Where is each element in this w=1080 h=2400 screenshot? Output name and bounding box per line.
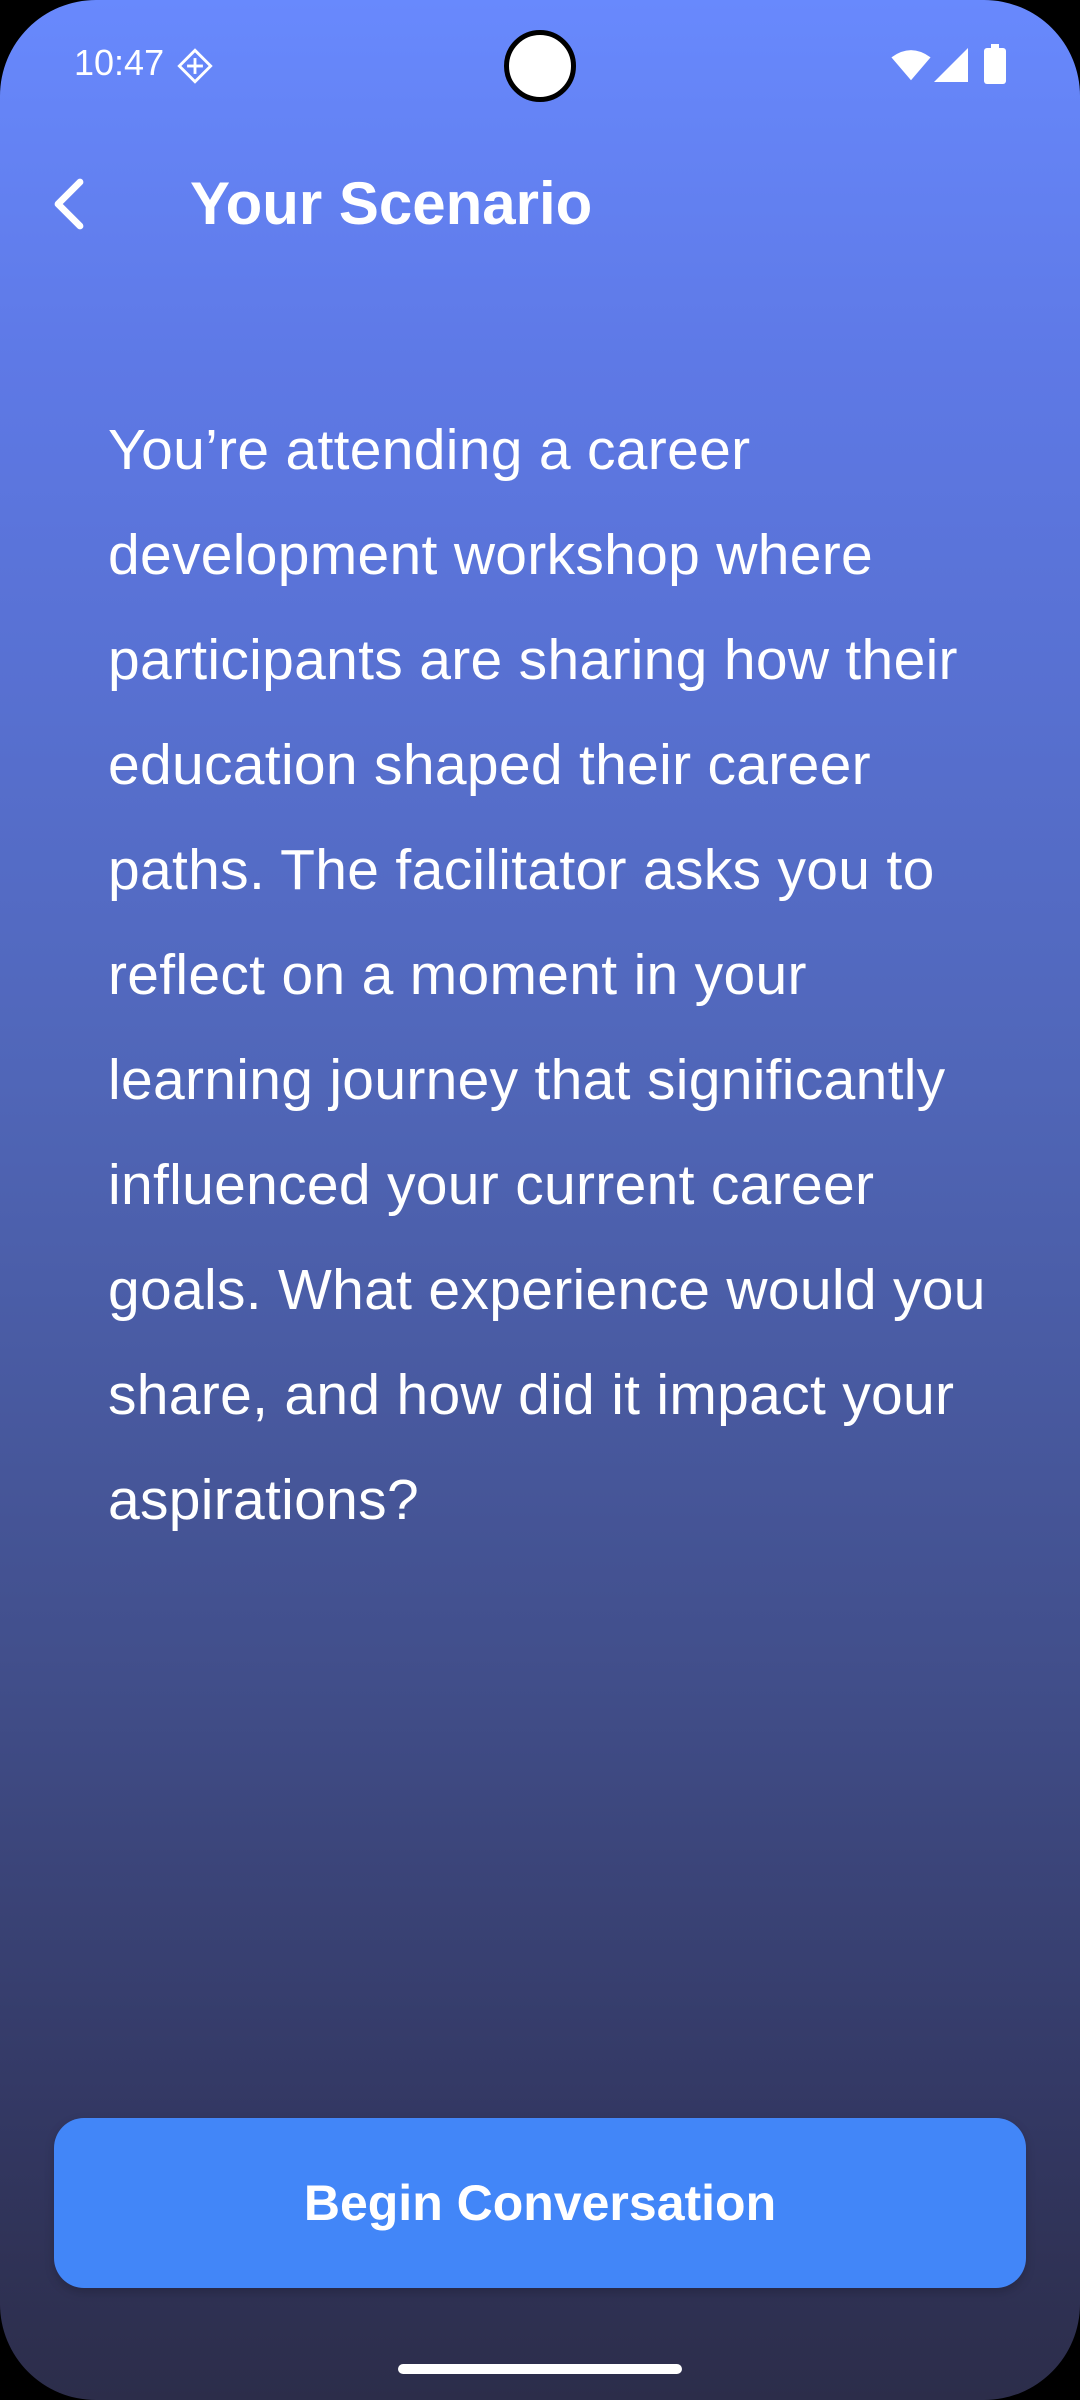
app-screen: 10:47 Your Scenario You’re attending a c… bbox=[0, 0, 1080, 2400]
back-button[interactable] bbox=[26, 162, 110, 246]
chevron-left-icon bbox=[54, 178, 84, 230]
status-bar: 10:47 bbox=[0, 0, 1080, 130]
scenario-description: You’re attending a career development wo… bbox=[108, 418, 986, 1532]
notification-icon bbox=[177, 48, 213, 84]
signal-icon bbox=[934, 48, 968, 82]
home-indicator[interactable] bbox=[398, 2364, 682, 2374]
begin-conversation-button[interactable]: Begin Conversation bbox=[54, 2118, 1026, 2288]
wifi-icon bbox=[891, 50, 931, 81]
page-title: Your Scenario bbox=[190, 170, 593, 237]
status-time: 10:47 bbox=[74, 42, 165, 83]
battery-icon bbox=[984, 44, 1006, 84]
camera-cutout bbox=[504, 30, 576, 102]
begin-conversation-label: Begin Conversation bbox=[303, 2175, 777, 2231]
